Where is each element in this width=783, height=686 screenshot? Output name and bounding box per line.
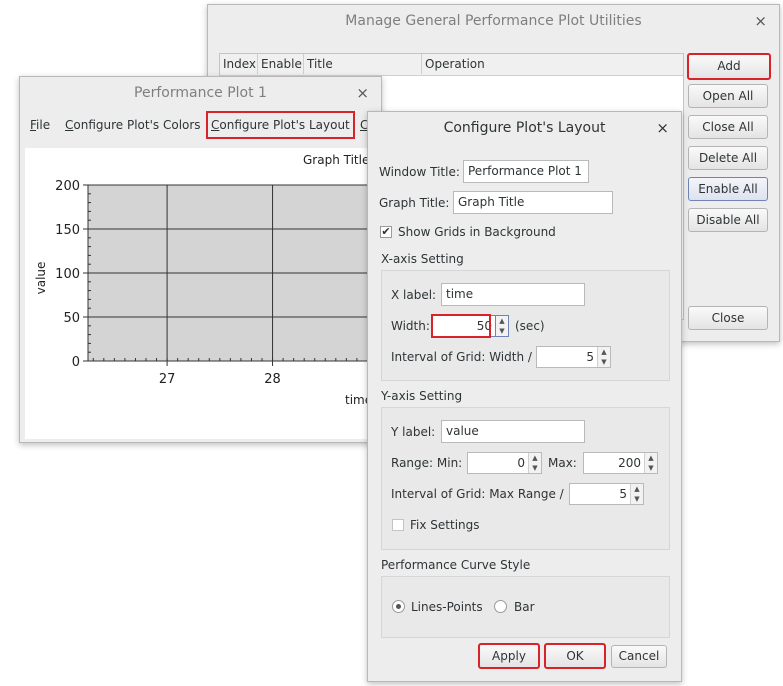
manage-window-title: Manage General Performance Plot Utilitie… (345, 13, 642, 29)
chevron-up-icon[interactable]: ▲ (645, 453, 657, 463)
y-grid-interval-label: Interval of Grid: Max Range / (391, 487, 564, 501)
chevron-up-icon[interactable]: ▲ (631, 484, 643, 494)
y-axis-label: value (34, 262, 48, 295)
chevron-up-icon[interactable]: ▲ (529, 453, 541, 463)
plot-canvas-area: Graph Title 0 50 100 150 200 27 28 value time (25, 148, 378, 439)
x-grid-interval-value: 5 (586, 350, 594, 364)
x-label-label: X label: (391, 288, 437, 302)
column-header-title[interactable]: Title (304, 54, 422, 74)
enable-all-button[interactable]: Enable All (688, 177, 768, 201)
show-grids-label: Show Grids in Background (398, 225, 556, 239)
chevron-up-icon[interactable]: ▲ (598, 347, 610, 357)
add-button[interactable]: Add (687, 53, 771, 80)
window-title-field[interactable]: Performance Plot 1 (463, 160, 589, 183)
x-grid-spin-buttons[interactable]: ▲ ▼ (597, 347, 610, 367)
range-max-value: 200 (618, 456, 641, 470)
plot-window-title: Performance Plot 1 (134, 85, 267, 101)
column-header-operation[interactable]: Operation (422, 54, 683, 74)
y-grid-interval-value: 5 (619, 487, 627, 501)
range-min-spin-buttons[interactable]: ▲ ▼ (528, 453, 541, 473)
curve-style-section-title: Performance Curve Style (381, 558, 531, 572)
open-all-button[interactable]: Open All (688, 84, 768, 108)
configure-layout-dialog: Configure Plot's Layout × Window Title: … (367, 111, 682, 682)
chevron-up-icon[interactable]: ▲ (496, 316, 508, 326)
y-grid-spin-buttons[interactable]: ▲ ▼ (630, 484, 643, 504)
range-min-value: 0 (517, 456, 525, 470)
width-label: Width: (391, 319, 430, 333)
y-grid-interval-spinner[interactable]: 5 ▲ ▼ (569, 483, 644, 505)
delete-all-button[interactable]: Delete All (688, 146, 768, 170)
y-label-label: Y label: (391, 425, 436, 439)
layout-dialog-title: Configure Plot's Layout (443, 120, 606, 136)
y-tick-label: 0 (72, 355, 80, 370)
chevron-down-icon[interactable]: ▼ (496, 326, 508, 336)
y-tick-label: 50 (63, 311, 80, 326)
performance-plot-window: Performance Plot 1 × File Configure Plot… (19, 76, 382, 443)
show-grids-checkbox[interactable]: ✔ (380, 226, 392, 238)
range-max-spin-buttons[interactable]: ▲ ▼ (644, 453, 657, 473)
y-axis-section-title: Y-axis Setting (381, 389, 463, 403)
width-spin-buttons[interactable]: ▲ ▼ (495, 316, 508, 336)
y-tick-label: 200 (55, 179, 80, 194)
disable-all-button[interactable]: Disable All (688, 208, 768, 232)
y-label-field[interactable]: value (441, 420, 585, 443)
plot-table-header: Index Enable Title Operation (220, 54, 683, 76)
graph-title-field[interactable]: Graph Title (453, 191, 613, 214)
manage-window-close-icon[interactable]: × (754, 5, 767, 37)
chart-title: Graph Title (303, 153, 369, 167)
chevron-down-icon[interactable]: ▼ (631, 494, 643, 504)
chevron-down-icon[interactable]: ▼ (598, 357, 610, 367)
fix-settings-label: Fix Settings (410, 518, 480, 532)
layout-dialog-close-icon[interactable]: × (656, 112, 669, 144)
lines-points-radio[interactable] (392, 600, 405, 613)
plot-menu-bar: File Configure Plot's Colors Configure P… (20, 111, 381, 139)
x-grid-interval-label: Interval of Grid: Width / (391, 350, 532, 364)
x-label-field[interactable]: time (441, 283, 585, 306)
menu-configure-layout[interactable]: Configure Plot's Layout (206, 111, 355, 139)
bar-label: Bar (514, 600, 535, 614)
close-all-button[interactable]: Close All (688, 115, 768, 139)
x-tick-label: 27 (159, 372, 176, 387)
width-highlight (431, 314, 491, 338)
cancel-button[interactable]: Cancel (611, 645, 667, 668)
menu-configure-colors[interactable]: Configure Plot's Colors (65, 113, 201, 137)
x-tick-label: 28 (264, 372, 281, 387)
x-grid-interval-spinner[interactable]: 5 ▲ ▼ (536, 346, 611, 368)
manage-close-button[interactable]: Close (688, 306, 768, 330)
column-header-enable[interactable]: Enable (258, 54, 304, 74)
column-header-index[interactable]: Index (220, 54, 258, 74)
width-unit-label: (sec) (515, 319, 545, 333)
range-min-label: Range: Min: (391, 456, 463, 470)
bar-radio[interactable] (494, 600, 507, 613)
performance-chart: Graph Title 05010015020027 28 value time (34, 153, 378, 407)
chevron-down-icon[interactable]: ▼ (645, 463, 657, 473)
lines-points-label: Lines-Points (411, 600, 483, 614)
range-max-spinner[interactable]: 200 ▲ ▼ (583, 452, 658, 474)
menu-file[interactable]: File (30, 113, 50, 137)
apply-button[interactable]: Apply (478, 643, 540, 669)
fix-settings-checkbox[interactable] (392, 519, 404, 531)
range-min-spinner[interactable]: 0 ▲ ▼ (467, 452, 542, 474)
range-max-label: Max: (548, 456, 577, 470)
graph-title-label: Graph Title: (379, 196, 450, 210)
window-title-label: Window Title: (379, 165, 460, 179)
x-axis-section-title: X-axis Setting (381, 252, 464, 266)
plot-window-close-icon[interactable]: × (356, 77, 369, 109)
chevron-down-icon[interactable]: ▼ (529, 463, 541, 473)
y-tick-label: 100 (55, 267, 80, 282)
y-tick-label: 150 (55, 223, 80, 238)
ok-button[interactable]: OK (544, 643, 606, 669)
